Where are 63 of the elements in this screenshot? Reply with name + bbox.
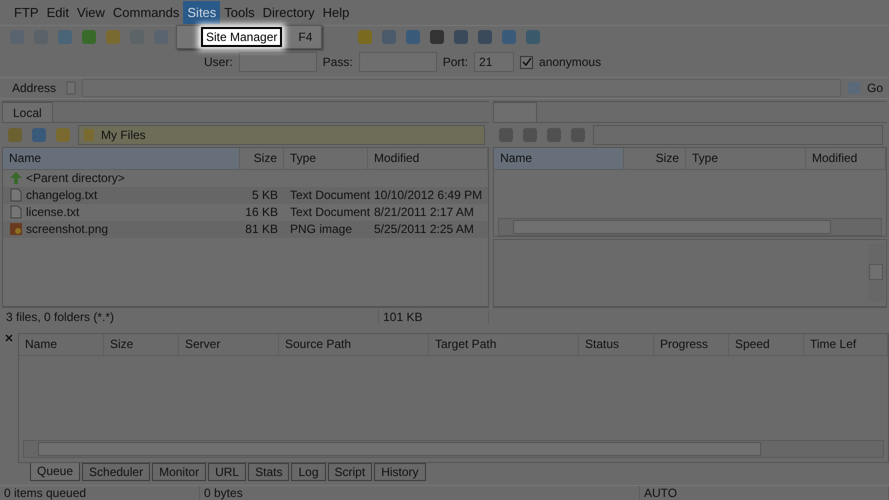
local-tab[interactable]: Local <box>2 102 53 122</box>
file-modified: 8/21/2011 2:17 AM <box>374 205 474 220</box>
go-link[interactable]: Go <box>866 80 883 95</box>
file-type: PNG image <box>290 222 352 236</box>
file-size: 81 KB <box>245 222 278 236</box>
menu-item[interactable]: Tools <box>220 0 259 24</box>
column-header[interactable]: Modified <box>806 148 886 169</box>
menu-item[interactable]: Edit <box>42 0 73 24</box>
status-text: AUTO <box>640 486 889 500</box>
menu-item[interactable]: Commands <box>108 0 184 24</box>
menu-item[interactable]: Directory <box>258 0 319 24</box>
queue-tab[interactable]: Queue <box>30 462 80 481</box>
column-header[interactable]: Size <box>624 148 686 169</box>
status-text: 0 bytes <box>200 486 640 500</box>
menu-item[interactable]: Help <box>318 0 354 24</box>
queue-tab[interactable]: Script <box>328 462 372 481</box>
column-header[interactable]: Speed <box>729 334 804 355</box>
file-name[interactable]: changelog.txt <box>26 188 98 202</box>
file-type: Text Document <box>290 205 370 220</box>
file-name[interactable]: screenshot.png <box>26 222 108 236</box>
queue-tab[interactable]: URL <box>208 462 246 481</box>
column-header[interactable]: Name <box>19 334 104 355</box>
menu-item[interactable]: Sites <box>183 0 220 24</box>
queue-tab[interactable]: Scheduler <box>82 462 150 481</box>
pass-label: Pass: <box>322 55 353 70</box>
column-header[interactable]: Name <box>3 148 240 169</box>
column-header[interactable]: Type <box>284 148 368 169</box>
column-header[interactable]: Modified <box>368 148 488 169</box>
anonymous-label: anonymous <box>539 55 602 70</box>
file-modified: 5/25/2011 2:25 AM <box>374 222 474 236</box>
column-header[interactable]: Size <box>240 148 284 169</box>
file-name[interactable]: license.txt <box>26 205 80 220</box>
queue-tab[interactable]: Log <box>291 462 326 481</box>
file-name[interactable]: <Parent directory> <box>26 171 125 186</box>
path-dropdown[interactable]: My Files <box>78 124 486 145</box>
queue-tab[interactable]: Monitor <box>152 462 206 481</box>
file-type: Text Document <box>290 188 370 202</box>
column-header[interactable]: Status <box>579 334 654 355</box>
column-header[interactable]: Time Lef <box>804 334 888 355</box>
column-header[interactable]: Source Path <box>279 334 429 355</box>
file-modified: 10/10/2012 6:49 PM <box>374 188 482 202</box>
address-dropdown[interactable]: Address <box>8 80 60 95</box>
queue-tab[interactable]: Stats <box>248 462 290 481</box>
shortcut-text: F4 <box>298 30 312 44</box>
column-header[interactable]: Name <box>494 148 624 169</box>
total-size: 101 KB <box>379 310 490 324</box>
menu-item[interactable]: FTP <box>10 0 43 24</box>
menu-item[interactable]: View <box>72 0 109 24</box>
column-header[interactable]: Target Path <box>429 334 579 355</box>
column-header[interactable]: Size <box>104 334 179 355</box>
file-size: 5 KB <box>252 188 278 202</box>
menu-option[interactable]: Site Manager <box>201 27 282 47</box>
column-header[interactable]: Type <box>686 148 806 169</box>
status-text: 0 items queued <box>0 486 200 500</box>
file-size: 16 KB <box>245 205 278 220</box>
port-label: Port: <box>442 55 468 70</box>
column-header[interactable]: Progress <box>654 334 729 355</box>
queue-tab[interactable]: History <box>374 462 426 481</box>
user-label: User: <box>204 55 233 70</box>
port-field[interactable]: 21 <box>474 52 514 72</box>
column-header[interactable]: Server <box>179 334 279 355</box>
path-text: My Files <box>101 128 146 142</box>
file-count: 3 files, 0 folders (*.*) <box>2 310 380 324</box>
